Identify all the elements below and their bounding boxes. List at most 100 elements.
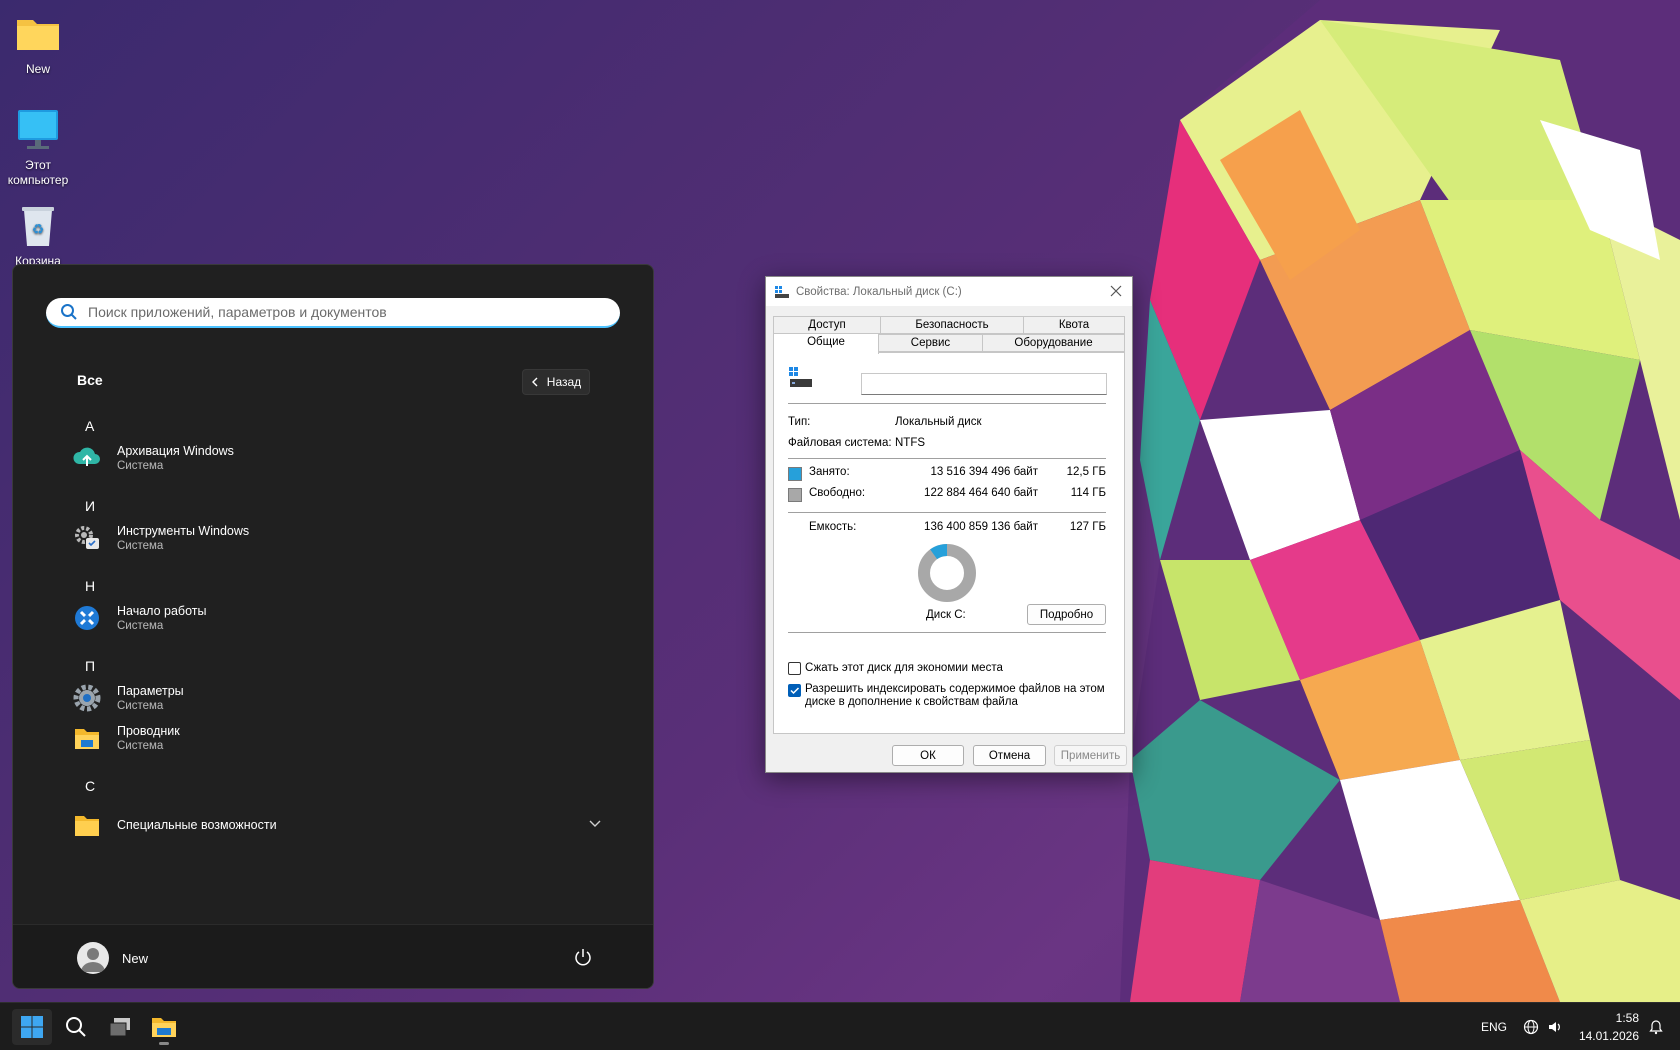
user-name: New	[122, 950, 149, 966]
app-name: Начало работы	[117, 604, 207, 618]
index-label: Разрешить индексировать содержимое файло…	[805, 683, 1105, 708]
app-item-file-explorer[interactable]: Проводник Система	[73, 720, 180, 756]
divider	[788, 632, 1106, 633]
group-letter[interactable]: А	[85, 418, 94, 434]
used-label: Занято:	[809, 466, 850, 478]
app-folder-accessibility[interactable]: Специальные возможности	[73, 807, 613, 843]
filesystem-value: NTFS	[895, 437, 926, 449]
language-indicator[interactable]: ENG	[1481, 1020, 1507, 1034]
windows-tools-icon	[73, 524, 101, 552]
app-name: Параметры	[117, 684, 184, 698]
user-account-button[interactable]: New	[77, 942, 148, 974]
dialog-titlebar[interactable]: Свойства: Локальный диск (C:)	[766, 277, 1132, 306]
used-bytes: 13 516 394 496 байт	[930, 466, 1038, 478]
volume-name-input[interactable]	[861, 373, 1107, 395]
used-size: 12,5 ГБ	[1066, 466, 1106, 478]
disk-properties-dialog: Свойства: Локальный диск (C:) Доступ Без…	[765, 276, 1133, 773]
task-view-icon	[109, 1018, 130, 1037]
disk-usage-donut	[918, 544, 976, 602]
search-icon	[61, 304, 77, 320]
search-placeholder: Поиск приложений, параметров и документо…	[88, 304, 387, 320]
group-letter[interactable]: Н	[85, 578, 95, 594]
dialog-title: Свойства: Локальный диск (C:)	[796, 285, 962, 298]
app-subtitle: Система	[117, 740, 164, 752]
details-button[interactable]: Подробно	[1027, 604, 1106, 625]
divider	[788, 403, 1106, 404]
all-apps-heading: Все	[77, 372, 103, 388]
app-item-windows-backup[interactable]: Архивация Windows Система	[73, 440, 234, 476]
recycle-bin-icon: ♻	[15, 204, 61, 250]
drive-icon	[789, 367, 812, 387]
type-value: Локальный диск	[895, 416, 982, 428]
start-footer: New	[13, 924, 653, 988]
group-letter[interactable]: П	[85, 658, 95, 674]
filesystem-label: Файловая система:	[788, 437, 892, 449]
general-tab-panel: Тип: Локальный диск Файловая система: NT…	[773, 352, 1125, 734]
notification-bell-icon[interactable]	[1648, 1019, 1664, 1035]
compress-label: Сжать этот диск для экономии места	[805, 662, 1003, 674]
ok-button[interactable]: ОК	[892, 745, 964, 766]
network-globe-icon[interactable]	[1523, 1019, 1539, 1035]
clock-time[interactable]: 1:58	[1595, 1011, 1639, 1025]
checkmark-icon	[790, 687, 800, 695]
free-label: Свободно:	[809, 487, 866, 499]
capacity-size: 127 ГБ	[1069, 521, 1106, 533]
desktop-icon-this-pc[interactable]: Этот компьютер	[0, 108, 76, 188]
tab-tools[interactable]: Сервис	[878, 334, 983, 352]
disk-label: Диск С:	[926, 609, 966, 621]
type-label: Тип:	[788, 416, 811, 428]
cancel-button[interactable]: Отмена	[973, 745, 1046, 766]
power-icon[interactable]	[573, 947, 593, 967]
app-item-settings[interactable]: Параметры Система	[73, 680, 184, 716]
app-item-get-started[interactable]: Начало работы Система	[73, 600, 206, 636]
capacity-bytes: 136 400 859 136 байт	[924, 521, 1038, 533]
tab-general[interactable]: Общие	[773, 333, 879, 354]
search-icon	[66, 1017, 86, 1037]
capacity-label: Емкость:	[809, 521, 857, 533]
start-search-box[interactable]: Поиск приложений, параметров и документо…	[46, 298, 620, 328]
tab-sharing[interactable]: Доступ	[773, 316, 881, 334]
volume-icon[interactable]	[1547, 1019, 1563, 1035]
tab-security[interactable]: Безопасность	[880, 316, 1024, 334]
back-button-label: Назад	[546, 375, 582, 389]
chevron-down-icon[interactable]	[589, 820, 601, 828]
taskbar: ENG 1:58 14.01.2026	[0, 1002, 1680, 1050]
get-started-icon	[73, 604, 101, 632]
folder-icon	[15, 12, 61, 58]
start-button[interactable]	[12, 1009, 52, 1045]
backup-icon	[73, 444, 101, 472]
desktop-icon-label: New	[25, 62, 50, 76]
avatar	[77, 942, 109, 974]
tab-hardware[interactable]: Оборудование	[982, 334, 1125, 352]
folder-icon	[73, 811, 101, 839]
compress-checkbox[interactable]	[788, 662, 801, 675]
group-letter[interactable]: И	[85, 498, 95, 514]
app-name: Специальные возможности	[117, 818, 277, 832]
taskbar-search-button[interactable]	[56, 1009, 96, 1045]
desktop-icon-recycle-bin[interactable]: ♻ Корзина	[0, 204, 76, 269]
clock-date[interactable]: 14.01.2026	[1578, 1029, 1639, 1043]
chevron-left-icon	[531, 377, 538, 387]
drive-icon	[775, 285, 789, 298]
group-letter[interactable]: С	[85, 778, 95, 794]
apply-button[interactable]: Применить	[1054, 745, 1127, 766]
app-item-windows-tools[interactable]: Инструменты Windows Система	[73, 520, 249, 556]
used-space-swatch	[788, 467, 802, 481]
divider	[788, 512, 1106, 513]
back-button[interactable]: Назад	[522, 369, 590, 395]
settings-gear-icon	[73, 684, 101, 712]
index-checkbox[interactable]	[788, 684, 801, 697]
desktop-icon-new-folder[interactable]: New	[0, 12, 76, 77]
app-subtitle: Система	[117, 700, 164, 712]
free-size: 114 ГБ	[1070, 487, 1106, 499]
file-explorer-icon	[152, 1018, 176, 1037]
windows-logo-icon	[21, 1016, 43, 1038]
taskbar-file-explorer[interactable]	[144, 1009, 184, 1045]
task-view-button[interactable]	[100, 1009, 140, 1045]
tab-quota[interactable]: Квота	[1023, 316, 1125, 334]
app-subtitle: Система	[117, 460, 164, 472]
close-icon[interactable]	[1108, 283, 1124, 299]
app-subtitle: Система	[117, 620, 164, 632]
app-name: Архивация Windows	[117, 444, 234, 458]
free-space-swatch	[788, 488, 802, 502]
